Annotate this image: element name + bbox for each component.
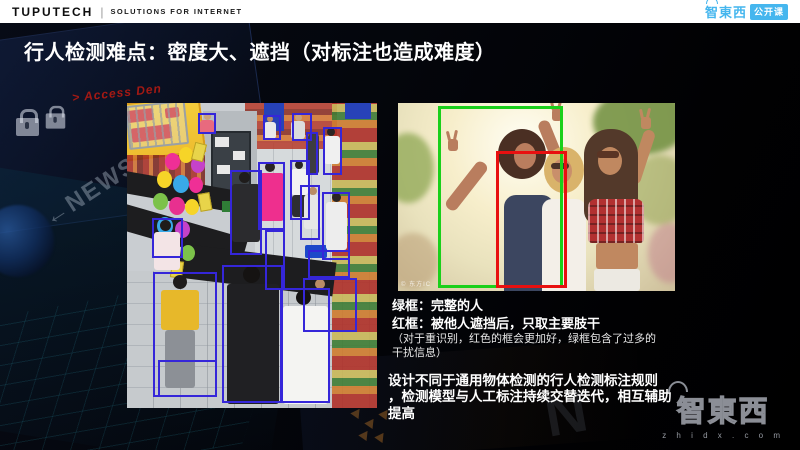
slide: > Access Den ←NEWS N TUPUTECH | SOLUTION… xyxy=(0,0,800,450)
person-torso xyxy=(588,199,644,243)
antenna-icon xyxy=(705,0,718,4)
balloon xyxy=(165,153,180,170)
scene-trees xyxy=(398,133,434,203)
legend-block: 绿框：完整的人 红框：被他人遮挡后，只取主要肢干 （对于重识别，红色的框会更加好… xyxy=(392,297,656,361)
bbox-blue xyxy=(222,264,283,403)
watermark-domain: z h i d x . c o m xyxy=(662,431,784,440)
bbox-blue xyxy=(308,250,350,279)
person-midriff xyxy=(596,243,638,269)
padlock-icon xyxy=(45,105,66,129)
bbox-blue xyxy=(230,170,262,256)
zhidx-logo-text: 智東西 xyxy=(705,0,747,21)
brand-name: TUPUTECH xyxy=(12,4,94,19)
open-class-badge: 公开课 xyxy=(749,3,788,20)
bbox-blue xyxy=(263,114,281,140)
padlock-icon xyxy=(16,109,39,136)
scene-note xyxy=(233,151,245,160)
person-skirt xyxy=(594,269,640,291)
scene-sign xyxy=(345,103,371,119)
brand-separator: | xyxy=(100,4,104,19)
balloon xyxy=(153,193,168,210)
legend-green: 绿框：完整的人 xyxy=(392,298,484,313)
bbox-blue xyxy=(323,127,342,175)
bbox-blue xyxy=(300,185,320,240)
scene-note xyxy=(217,165,230,174)
brand-tagline: SOLUTIONS FOR INTERNET xyxy=(110,7,243,16)
bbox-red xyxy=(496,150,567,289)
zhidx-watermark: 智東西 z h i d x . c o m xyxy=(662,381,784,440)
brand-lockup: TUPUTECH | SOLUTIONS FOR INTERNET xyxy=(12,5,243,19)
balloon xyxy=(181,245,195,261)
scene-note xyxy=(215,137,229,147)
legend-note-line2: 干扰信息） xyxy=(392,347,447,360)
bbox-blue xyxy=(152,217,183,258)
page-title: 行人检测难点：密度大、遮挡（对标注也造成难度） xyxy=(24,42,496,64)
festival-photo: © 东方IC xyxy=(398,103,675,291)
bbox-blue xyxy=(258,161,285,230)
balloon xyxy=(169,197,185,215)
legend-note-line1: （对于重识别，红色的框会更加好，绿框包含了过多的 xyxy=(392,333,656,346)
bbox-blue xyxy=(198,113,216,135)
balloon xyxy=(173,175,189,193)
sunglasses-icon xyxy=(597,151,619,158)
supermarket-photo xyxy=(127,103,377,408)
bbox-blue xyxy=(158,360,217,397)
balloon xyxy=(157,171,172,188)
legend-red: 红框：被他人遮挡后，只取主要肢干 xyxy=(392,315,601,331)
bbox-blue xyxy=(303,278,357,333)
watermark-text: 智東西 xyxy=(662,381,784,430)
zhidx-logo: 智東西 公开课 xyxy=(705,0,788,21)
balloon xyxy=(185,199,199,215)
balloon xyxy=(189,177,203,193)
scene-crowd xyxy=(648,223,675,283)
top-bar: TUPUTECH | SOLUTIONS FOR INTERNET 智東西 公开… xyxy=(0,0,800,23)
shopping-cart xyxy=(127,103,190,151)
photo-credit: © 东方IC xyxy=(401,282,432,288)
